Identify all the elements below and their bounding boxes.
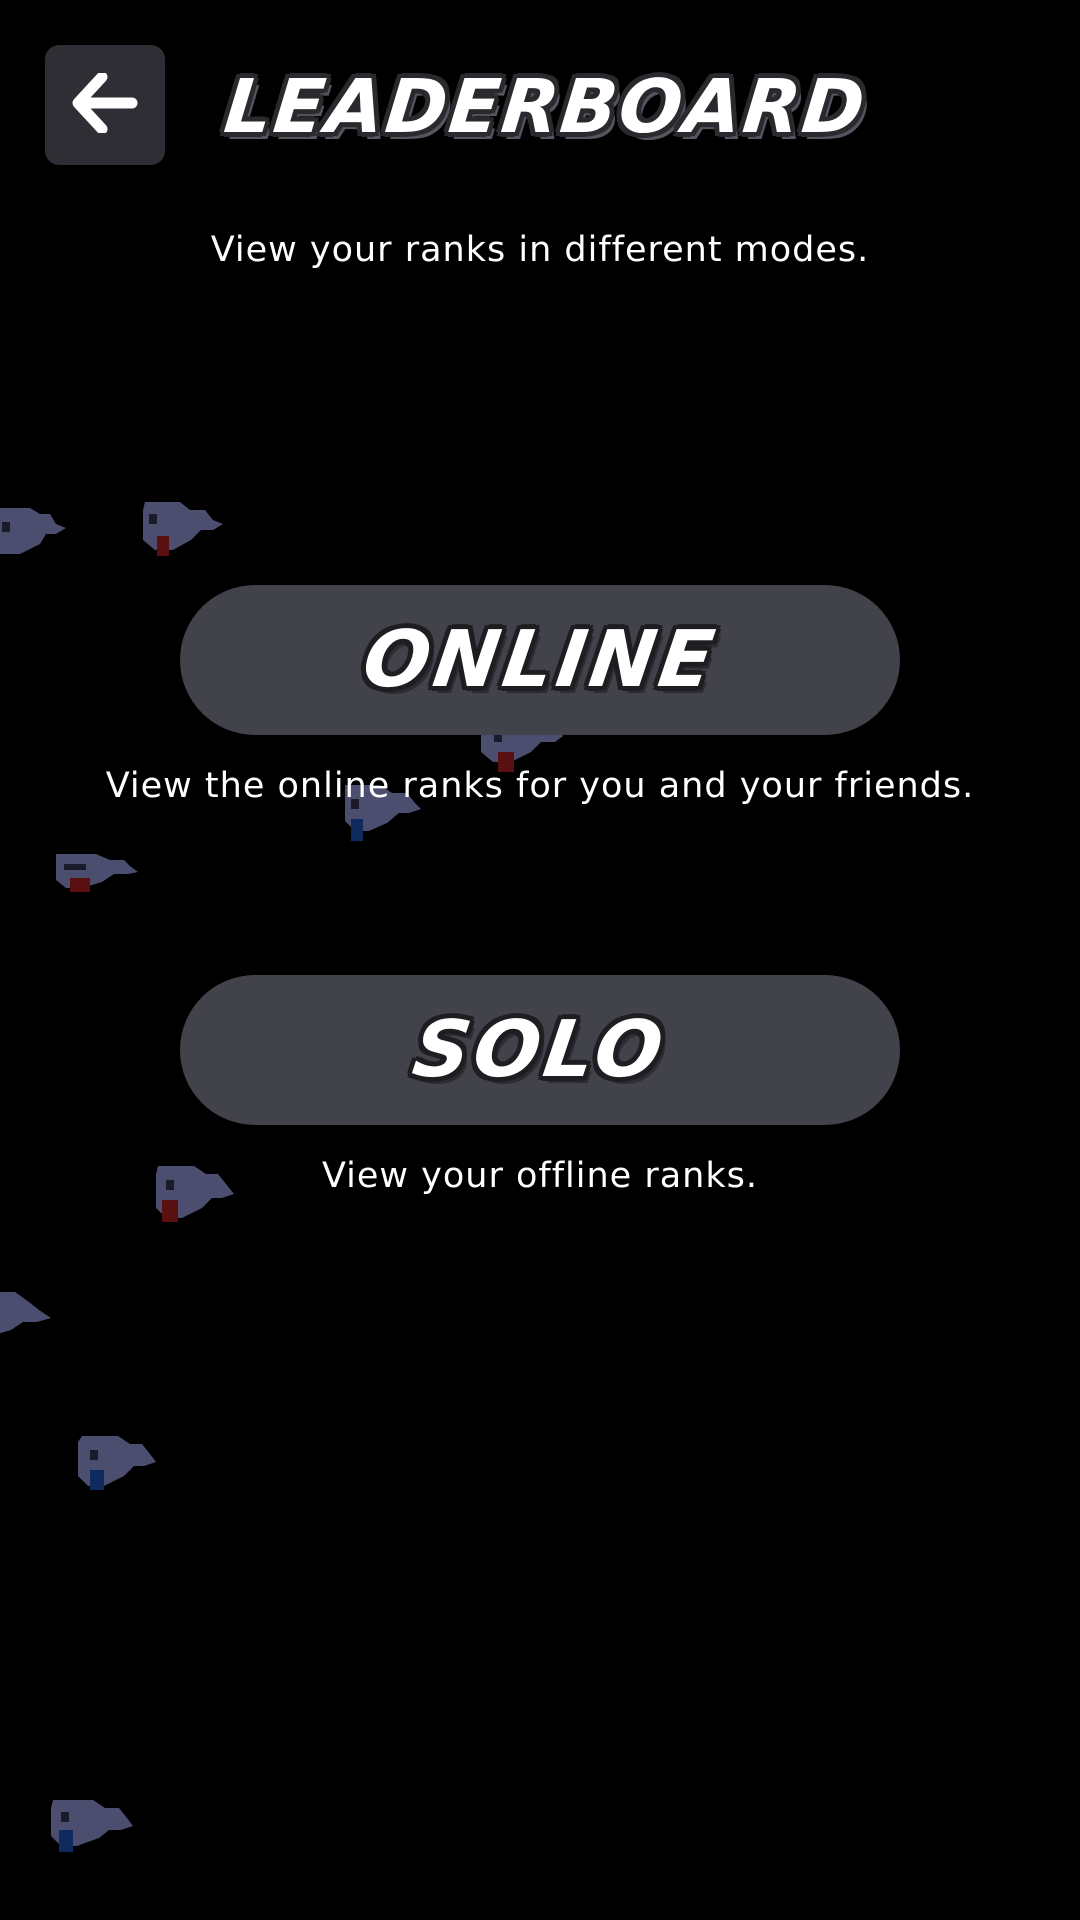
ghost-icon (45, 1790, 135, 1860)
page-subtitle: View your ranks in different modes. (210, 230, 870, 270)
arrow-left-icon (72, 71, 138, 137)
ghost-icon (72, 1428, 162, 1498)
online-mode-button[interactable]: ONLINE (180, 585, 900, 735)
back-button[interactable] (45, 45, 165, 165)
ghost-icon (0, 1282, 55, 1352)
online-mode-label: ONLINE (357, 615, 723, 705)
page-title: LEADERBOARD (220, 64, 871, 150)
ghost-icon (0, 500, 70, 570)
online-mode-description: View the online ranks for you and your f… (105, 766, 975, 806)
leaderboard-screen: LEADERBOARD View your ranks in different… (0, 0, 1080, 1920)
solo-mode-label: SOLO (407, 1005, 673, 1095)
solo-mode-button[interactable]: SOLO (180, 975, 900, 1125)
ghost-icon (135, 492, 225, 562)
ghost-icon (48, 840, 138, 910)
solo-mode-description: View your offline ranks. (321, 1156, 758, 1196)
